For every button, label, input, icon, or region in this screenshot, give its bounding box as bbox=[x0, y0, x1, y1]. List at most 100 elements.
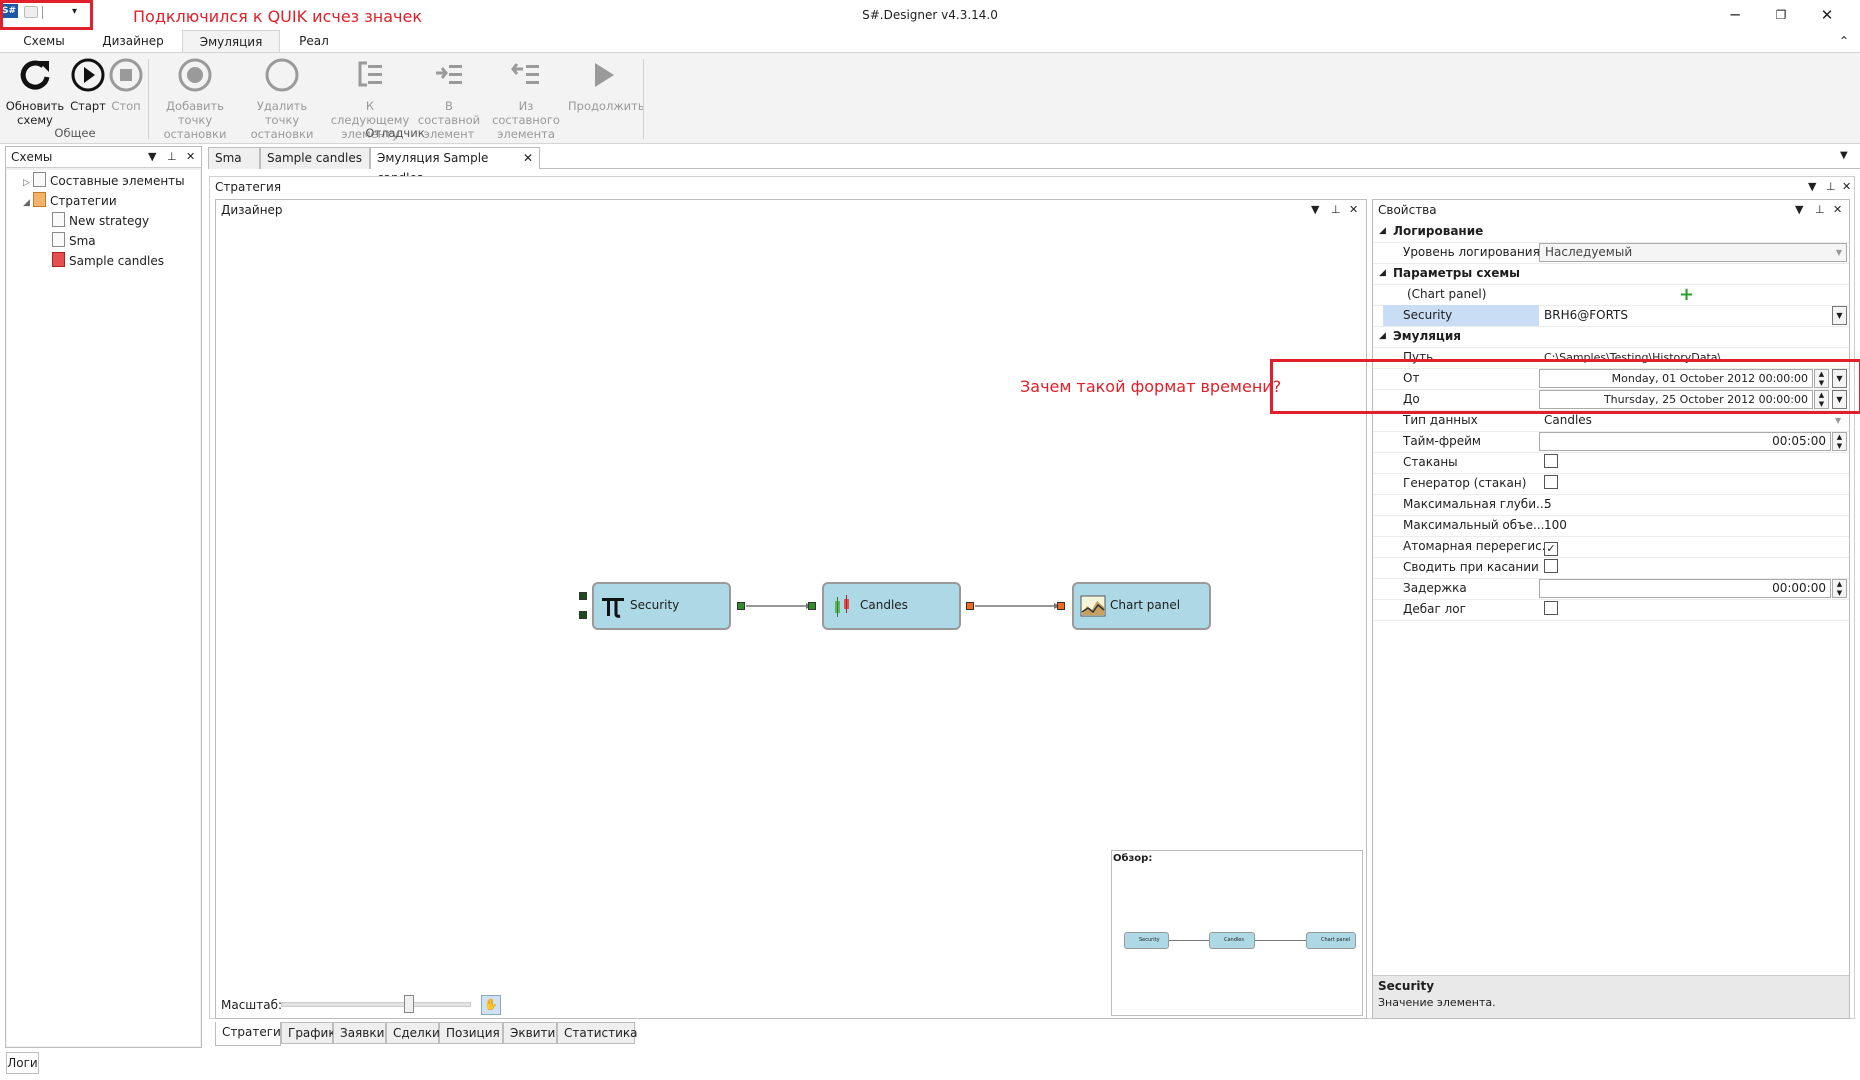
property-value: Наследуемый bbox=[1545, 245, 1633, 259]
tab-statistics[interactable]: Статистика bbox=[557, 1022, 638, 1044]
property-row[interactable]: Генератор (стакан) bbox=[1373, 473, 1849, 495]
input-port[interactable] bbox=[808, 602, 816, 610]
overview-panel: Обзор: Security Candles Chart panel bbox=[1111, 850, 1363, 1016]
category-label: Параметры схемы bbox=[1393, 266, 1521, 280]
overview-connection bbox=[1169, 940, 1209, 941]
pin-icon[interactable]: ⊥ bbox=[1815, 200, 1825, 220]
property-name: Задержка bbox=[1403, 581, 1467, 595]
property-name: Атомарная перерегис... bbox=[1403, 539, 1553, 553]
tab-equity[interactable]: Эквити bbox=[503, 1022, 557, 1044]
property-name: Тайм-фрейм bbox=[1403, 434, 1481, 448]
panel-close-icon[interactable]: ✕ bbox=[1833, 200, 1842, 220]
property-row[interactable]: Стаканы bbox=[1373, 452, 1849, 474]
properties-panel-title: Свойства bbox=[1378, 203, 1437, 217]
overview-node-security: Security bbox=[1124, 932, 1169, 949]
property-value[interactable]: BRH6@FORTS bbox=[1539, 305, 1847, 326]
panel-menu-icon[interactable]: ▼ bbox=[1795, 200, 1803, 220]
checkbox[interactable] bbox=[1544, 601, 1558, 615]
property-value: 00:00:00 bbox=[1772, 581, 1826, 595]
annotation-middle-text: Зачем такой формат времени? bbox=[1020, 377, 1282, 396]
property-name: Стаканы bbox=[1403, 455, 1458, 469]
property-name: Security bbox=[1383, 305, 1539, 326]
description-text: Значение элемента. bbox=[1378, 996, 1496, 1009]
property-value[interactable]: 5 bbox=[1539, 494, 1847, 515]
tab-trades[interactable]: Сделки bbox=[386, 1022, 440, 1044]
property-value-cell bbox=[1539, 473, 1847, 494]
input-port[interactable] bbox=[1057, 602, 1065, 610]
checkbox[interactable] bbox=[1544, 475, 1558, 489]
property-row[interactable]: Атомарная перерегис... ✓ bbox=[1373, 536, 1849, 558]
property-name: Генератор (стакан) bbox=[1403, 476, 1527, 490]
overview-connection bbox=[1255, 940, 1306, 941]
property-row[interactable]: Максимальная глуби... 5 bbox=[1373, 494, 1849, 516]
properties-panel-header: Свойства ▼ ⊥ ✕ bbox=[1373, 200, 1849, 220]
spin-button[interactable]: ▲ ▼ bbox=[1832, 579, 1847, 598]
properties-panel: Свойства ▼ ⊥ ✕ ◢ Логирование Уровень логи… bbox=[1372, 199, 1850, 1019]
pi-icon bbox=[602, 598, 624, 618]
property-name: Максимальная глуби... bbox=[1403, 497, 1548, 511]
add-icon[interactable]: + bbox=[1679, 284, 1694, 305]
candles-icon bbox=[835, 595, 849, 617]
property-name: Максимальный объе... bbox=[1403, 518, 1545, 532]
tab-chart[interactable]: График bbox=[281, 1022, 336, 1044]
property-name: (Chart panel) bbox=[1407, 287, 1487, 301]
node-label: Candles bbox=[860, 598, 908, 612]
property-row[interactable]: (Chart panel) + bbox=[1373, 284, 1849, 306]
property-name: Дебаг лог bbox=[1403, 602, 1466, 616]
description-title: Security bbox=[1378, 979, 1435, 993]
selection-handle[interactable] bbox=[579, 611, 587, 619]
timeframe-input[interactable]: 00:05:00 bbox=[1539, 432, 1831, 451]
tab-position[interactable]: Позиция bbox=[439, 1022, 503, 1044]
property-row[interactable]: Тайм-фрейм 00:05:00 ▲ ▼ bbox=[1373, 431, 1849, 453]
node-candles[interactable]: Candles bbox=[822, 582, 961, 630]
property-name: Уровень логирования bbox=[1403, 245, 1540, 259]
property-row[interactable]: Дебаг лог bbox=[1373, 599, 1849, 621]
property-grid: ◢ Логирование Уровень логирования Наследуе… bbox=[1373, 221, 1849, 815]
node-chart-panel[interactable]: Chart panel bbox=[1072, 582, 1211, 630]
node-label: Security bbox=[630, 598, 680, 612]
property-value-cell: ✓ bbox=[1539, 536, 1847, 557]
log-level-select[interactable]: Наследуемый ▼ bbox=[1539, 243, 1847, 262]
tab-orders[interactable]: Заявки bbox=[333, 1022, 386, 1044]
node-security[interactable]: Security bbox=[592, 582, 731, 630]
logs-tab[interactable]: Логи bbox=[6, 1052, 39, 1074]
collapse-icon[interactable]: ◢ bbox=[1379, 326, 1386, 347]
collapse-icon[interactable]: ◢ bbox=[1379, 263, 1386, 284]
property-value-cell bbox=[1539, 599, 1847, 620]
property-value-cell bbox=[1539, 452, 1847, 473]
chart-icon bbox=[1080, 595, 1106, 617]
property-row[interactable]: Сводить при касании bbox=[1373, 557, 1849, 579]
property-row[interactable]: Максимальный объе... 100 bbox=[1373, 515, 1849, 537]
node-label: Chart panel bbox=[1110, 598, 1181, 612]
tab-strategy[interactable]: Стратегия bbox=[215, 1022, 288, 1046]
category-label: Эмуляция bbox=[1393, 329, 1461, 343]
delay-input[interactable]: 00:00:00 bbox=[1539, 579, 1831, 598]
property-value-cell bbox=[1539, 557, 1847, 578]
spin-button[interactable]: ▲ ▼ bbox=[1832, 432, 1847, 451]
strategy-bottom-tabs: Стратегия График Заявки Сделки Позиция Э… bbox=[215, 1022, 638, 1046]
dropdown-icon[interactable]: ▼ bbox=[1836, 244, 1842, 261]
output-port[interactable] bbox=[737, 602, 745, 610]
dropdown-button[interactable]: ▼ bbox=[1832, 306, 1847, 325]
category-label: Логирование bbox=[1393, 224, 1484, 238]
selection-handle[interactable] bbox=[579, 592, 587, 600]
output-port[interactable] bbox=[966, 602, 974, 610]
collapse-icon[interactable]: ◢ bbox=[1379, 221, 1386, 242]
property-row[interactable]: Задержка 00:00:00 ▲ ▼ bbox=[1373, 578, 1849, 600]
property-row-selected[interactable]: Security BRH6@FORTS ▼ bbox=[1373, 305, 1849, 327]
property-row[interactable]: Уровень логирования Наследуемый ▼ bbox=[1373, 242, 1849, 264]
property-name: Сводить при касании bbox=[1403, 560, 1539, 574]
checkbox[interactable] bbox=[1544, 559, 1558, 573]
property-value: 00:05:00 bbox=[1772, 434, 1826, 448]
checkbox[interactable] bbox=[1544, 454, 1558, 468]
property-category[interactable]: ◢ Параметры схемы bbox=[1373, 263, 1849, 285]
overview-node-candles: Candles bbox=[1209, 932, 1255, 949]
property-category[interactable]: ◢ Логирование bbox=[1373, 221, 1849, 243]
property-description: Security Значение элемента. bbox=[1373, 975, 1849, 1018]
annotation-box-middle bbox=[1270, 359, 1860, 414]
property-value[interactable]: 100 bbox=[1539, 515, 1847, 536]
property-category[interactable]: ◢ Эмуляция bbox=[1373, 326, 1849, 348]
overview-node-chart-panel: Chart panel bbox=[1306, 932, 1356, 949]
overview-label: Обзор: bbox=[1113, 853, 1153, 864]
checkbox-checked[interactable]: ✓ bbox=[1544, 542, 1558, 556]
